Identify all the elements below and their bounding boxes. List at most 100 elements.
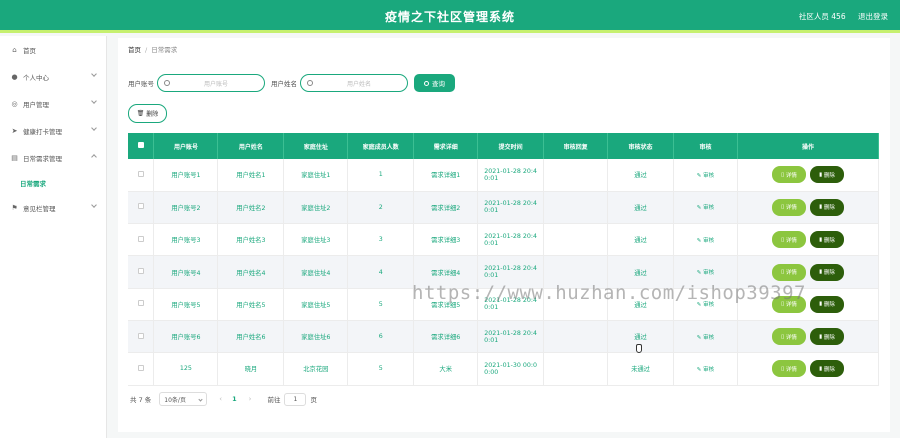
sidebar-item-health[interactable]: ➤ 健康打卡管理 bbox=[0, 117, 106, 144]
delete-button[interactable]: ▮ 删除 bbox=[809, 198, 844, 216]
delete-button[interactable]: ▮ 删除 bbox=[809, 328, 844, 346]
query-label: 查询 bbox=[432, 80, 445, 88]
detail-button[interactable]: ▯ 详情 bbox=[771, 198, 806, 216]
delete-button[interactable]: ▮ 删除 bbox=[809, 263, 844, 281]
cell-actions: ▯ 详情 ▮ 删除 bbox=[737, 320, 880, 354]
breadcrumb-separator: / bbox=[145, 46, 148, 54]
row-checkbox[interactable] bbox=[128, 255, 155, 289]
search-bar: 用户账号 用户账号 用户姓名 用户姓名 查询 bbox=[128, 74, 455, 92]
audit-link[interactable]: ✎ 审核 bbox=[673, 320, 738, 354]
needs-table: 用户账号 用户姓名 家庭住址 家庭成员人数 需求详细 提交时间 审核回复 审核状… bbox=[128, 133, 880, 386]
delete-button[interactable]: ▮ 删除 bbox=[809, 166, 844, 184]
name-placeholder: 用户姓名 bbox=[346, 80, 371, 88]
detail-button[interactable]: ▯ 详情 bbox=[771, 263, 806, 281]
sidebar-item-users[interactable]: ◎ 用户管理 bbox=[0, 90, 106, 117]
trash-icon: 🗑︎ bbox=[136, 110, 145, 117]
page-number[interactable]: 1 bbox=[232, 395, 237, 403]
audit-label: 审核 bbox=[703, 205, 715, 212]
cell-reply bbox=[543, 159, 609, 192]
row-checkbox[interactable] bbox=[128, 320, 155, 354]
cell-members: 3 bbox=[347, 223, 415, 257]
cell-time: 2021-01-30 00:0 0:00 bbox=[477, 352, 545, 386]
cell-account: 用户账号6 bbox=[153, 320, 219, 354]
cell-name: 用户姓名2 bbox=[217, 191, 285, 225]
name-input[interactable]: 用户姓名 bbox=[300, 74, 408, 92]
doc-icon: ▯ bbox=[781, 204, 785, 211]
batch-delete-button[interactable]: 🗑︎ 删除 bbox=[128, 104, 167, 123]
cell-status: 通过 bbox=[607, 159, 674, 192]
detail-label: 详情 bbox=[785, 172, 797, 179]
cell-address: 家庭住址3 bbox=[283, 223, 349, 257]
edit-icon: ✎ bbox=[696, 366, 702, 373]
cell-status: 通过 bbox=[607, 255, 674, 289]
table-header-row: 用户账号 用户姓名 家庭住址 家庭成员人数 需求详细 提交时间 审核回复 审核状… bbox=[128, 133, 880, 159]
trash-icon: ▮ bbox=[819, 204, 823, 211]
edit-icon: ✎ bbox=[696, 205, 702, 212]
time-line2: 0:01 bbox=[484, 272, 499, 280]
detail-label: 详情 bbox=[785, 270, 797, 277]
account-label: 用户账号 bbox=[128, 80, 154, 88]
name-label: 用户姓名 bbox=[271, 80, 297, 88]
search-icon bbox=[424, 80, 429, 86]
table-row: 125 晓月 北京花园 5 大米 2021-01-30 00:0 0:00 未通过 ✎ 审核 ▯ … bbox=[128, 352, 880, 386]
cell-reply bbox=[543, 352, 609, 386]
detail-button[interactable]: ▯ 详情 bbox=[771, 295, 806, 313]
audit-link[interactable]: ✎ 审核 bbox=[673, 255, 738, 289]
account-input[interactable]: 用户账号 bbox=[157, 74, 265, 92]
cell-account: 用户账号3 bbox=[153, 223, 219, 257]
select-all-checkbox[interactable] bbox=[128, 133, 155, 159]
delete-button[interactable]: ▮ 删除 bbox=[809, 295, 844, 313]
cell-name: 晓月 bbox=[217, 352, 285, 386]
audit-link[interactable]: ✎ 审核 bbox=[673, 159, 738, 192]
detail-button[interactable]: ▯ 详情 bbox=[771, 360, 806, 378]
sidebar-item-profile[interactable]: ● 个人中心 bbox=[0, 63, 106, 90]
chevron-down-icon bbox=[91, 71, 97, 77]
cell-status: 通过 bbox=[607, 288, 674, 321]
detail-button[interactable]: ▯ 详情 bbox=[771, 328, 806, 346]
sidebar-item-needs[interactable]: ▤ 日常需求管理 bbox=[0, 144, 106, 171]
row-checkbox[interactable] bbox=[128, 352, 155, 386]
app-title: 疫情之下社区管理系统 bbox=[384, 10, 515, 24]
detail-button[interactable]: ▯ 详情 bbox=[771, 166, 806, 184]
prev-page-button[interactable]: ‹ bbox=[219, 395, 222, 403]
delete-button[interactable]: ▮ 删除 bbox=[809, 231, 844, 249]
query-button[interactable]: 查询 bbox=[414, 74, 455, 92]
audit-link[interactable]: ✎ 审核 bbox=[673, 191, 738, 225]
breadcrumb-home[interactable]: 首页 bbox=[128, 46, 141, 54]
audit-link[interactable]: ✎ 审核 bbox=[673, 352, 738, 386]
cell-reply bbox=[543, 191, 609, 225]
time-line2: 0:00 bbox=[484, 368, 499, 376]
page-size-select[interactable]: 10条/页 bbox=[159, 392, 208, 406]
sidebar-item-home[interactable]: ⌂ 首页 bbox=[0, 36, 106, 63]
sidebar-subitem-daily-needs[interactable]: 日常需求 bbox=[0, 171, 106, 194]
chevron-down-icon bbox=[91, 98, 97, 104]
row-checkbox[interactable] bbox=[128, 288, 155, 321]
chevron-up-icon bbox=[91, 154, 97, 160]
row-checkbox[interactable] bbox=[128, 223, 155, 257]
goto-input[interactable]: 1 bbox=[284, 392, 307, 406]
trash-icon: ▮ bbox=[819, 236, 823, 243]
detail-button[interactable]: ▯ 详情 bbox=[771, 231, 806, 249]
row-checkbox[interactable] bbox=[128, 191, 155, 225]
next-page-button[interactable]: › bbox=[249, 395, 252, 403]
audit-link[interactable]: ✎ 审核 bbox=[673, 223, 738, 257]
search-icon bbox=[164, 80, 170, 86]
cell-name: 用户姓名1 bbox=[217, 159, 285, 192]
sidebar-item-feedback[interactable]: ⚑ 意见栏管理 bbox=[0, 194, 106, 221]
time-line1: 2021-01-28 20:4 bbox=[484, 232, 538, 240]
col-name: 用户姓名 bbox=[217, 133, 285, 159]
time-line1: 2021-01-28 20:4 bbox=[484, 265, 538, 273]
cell-address: 家庭住址6 bbox=[283, 320, 349, 354]
time-line1: 2021-01-28 20:4 bbox=[484, 297, 538, 305]
audit-link[interactable]: ✎ 审核 bbox=[673, 288, 738, 321]
time-line2: 0:01 bbox=[484, 174, 499, 182]
cell-address: 家庭住址5 bbox=[283, 288, 349, 321]
col-address: 家庭住址 bbox=[283, 133, 349, 159]
col-account: 用户账号 bbox=[153, 133, 219, 159]
logout-link[interactable]: 退出登录 bbox=[858, 12, 888, 21]
delete-label: 删除 bbox=[823, 302, 835, 309]
delete-button[interactable]: ▮ 删除 bbox=[809, 360, 844, 378]
delete-label: 删除 bbox=[823, 172, 835, 179]
row-checkbox[interactable] bbox=[128, 159, 155, 192]
edit-icon: ✎ bbox=[696, 302, 702, 309]
